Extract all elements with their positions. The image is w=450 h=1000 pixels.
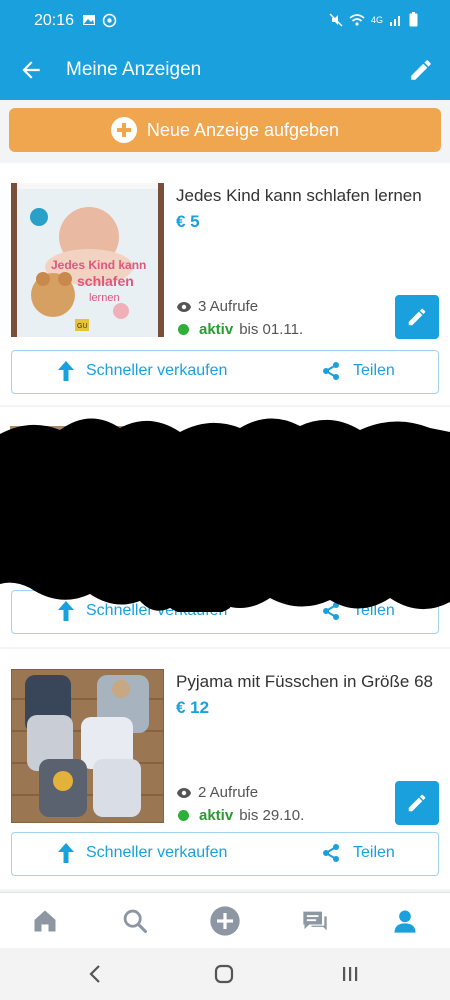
pencil-icon: [408, 794, 426, 812]
battery-icon: [409, 12, 418, 27]
cover-title-line-2: schlafen: [77, 273, 134, 289]
eye-icon: [177, 787, 191, 798]
share-button[interactable]: Teilen: [321, 843, 395, 863]
cover-title-line-1: Jedes Kind kann: [51, 258, 146, 272]
back-arrow-icon[interactable]: [18, 57, 44, 83]
listing-title[interactable]: Jedes Kind kann schlafen lernen: [176, 186, 422, 206]
home-nav-icon[interactable]: [212, 962, 236, 986]
expiry-date: bis 29.10.: [239, 807, 305, 824]
listing-actions: Schneller verkaufen Teilen: [11, 832, 439, 876]
share-icon: [323, 362, 339, 380]
cover-title-line-3: lernen: [89, 292, 120, 304]
pencil-icon: [408, 308, 426, 326]
edit-icon[interactable]: [408, 57, 434, 83]
share-button[interactable]: Teilen: [321, 361, 395, 381]
messages-icon[interactable]: [301, 907, 329, 935]
recents-nav-icon[interactable]: [338, 962, 362, 986]
sell-faster-button[interactable]: Schneller verkaufen: [58, 843, 227, 863]
system-navigation: [0, 948, 450, 1000]
active-dot-icon: [178, 810, 189, 821]
wifi-icon: [349, 13, 365, 26]
page-title: Meine Anzeigen: [66, 59, 202, 80]
whatsapp-icon: [102, 13, 117, 28]
arrow-up-icon: [58, 361, 74, 381]
listing-price: € 12: [176, 698, 210, 717]
network-label: 4G: [370, 14, 383, 25]
signal-icon: [390, 15, 400, 26]
plus-circle-icon: [110, 117, 137, 143]
share-icon: [323, 844, 339, 862]
status-bar: 20:16 4G: [0, 0, 450, 40]
expiry-date: bis 01.11.: [239, 321, 304, 338]
sell-faster-button[interactable]: Schneller verkaufen: [58, 361, 227, 381]
eye-icon: [177, 301, 191, 312]
listing-card[interactable]: Pyjama mit Füsschen in Größe 68 € 12 2 A…: [0, 649, 450, 889]
back-nav-icon[interactable]: [84, 962, 108, 986]
status-time: 20:16: [34, 12, 75, 29]
app-bar: Meine Anzeigen: [0, 40, 450, 100]
profile-icon[interactable]: [391, 907, 419, 935]
status-line: aktiv bis 01.11.: [178, 321, 303, 338]
listing-card[interactable]: Jedes Kind kann schlafen lernen GU Jedes…: [0, 163, 450, 405]
views-count: 3 Aufrufe: [176, 298, 258, 315]
bottom-navigation: [0, 892, 450, 948]
new-ad-button[interactable]: Neue Anzeige aufgeben: [9, 108, 441, 152]
listing-image[interactable]: [11, 669, 164, 823]
gallery-icon: [83, 15, 95, 25]
cover-publisher: GU: [77, 323, 88, 330]
new-ad-label: Neue Anzeige aufgeben: [146, 119, 340, 140]
listing-price: € 5: [176, 212, 200, 231]
edit-listing-button[interactable]: [395, 295, 439, 339]
listing-image[interactable]: Jedes Kind kann schlafen lernen GU: [11, 183, 164, 337]
active-dot-icon: [178, 324, 189, 335]
mute-icon: [329, 13, 343, 26]
search-icon[interactable]: [121, 907, 149, 935]
arrow-up-icon: [58, 843, 74, 863]
status-badge: aktiv: [199, 807, 234, 824]
views-count: 2 Aufrufe: [176, 784, 258, 801]
status-badge: aktiv: [199, 321, 234, 338]
add-icon[interactable]: [209, 905, 241, 937]
status-line: aktiv bis 29.10.: [178, 807, 304, 824]
redaction-scribble: [0, 418, 450, 612]
listing-title[interactable]: Pyjama mit Füsschen in Größe 68: [176, 672, 433, 692]
edit-listing-button[interactable]: [395, 781, 439, 825]
home-icon[interactable]: [31, 907, 59, 935]
listing-actions: Schneller verkaufen Teilen: [11, 350, 439, 394]
